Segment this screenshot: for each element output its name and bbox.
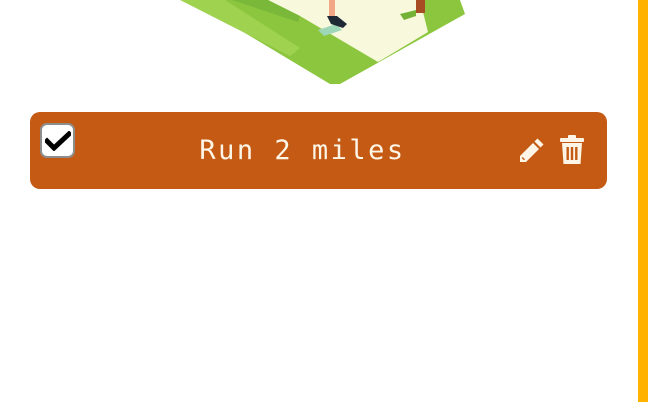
person-leg bbox=[329, 0, 335, 16]
park-illustration bbox=[180, 0, 465, 84]
todo-item: Run 2 miles bbox=[30, 112, 607, 189]
todo-app: Run 2 miles bbox=[0, 0, 648, 404]
pencil-icon bbox=[520, 138, 544, 162]
trash-icon bbox=[560, 135, 584, 164]
delete-button[interactable] bbox=[556, 134, 588, 166]
todo-text: Run 2 miles bbox=[199, 135, 406, 166]
accent-bar bbox=[638, 0, 648, 402]
fence-post bbox=[416, 0, 425, 13]
edit-button[interactable] bbox=[516, 134, 548, 166]
